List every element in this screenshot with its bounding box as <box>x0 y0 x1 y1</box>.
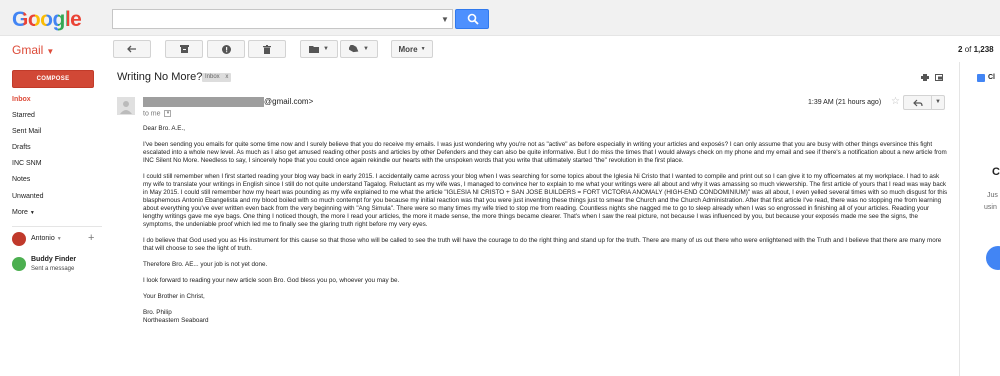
sidebar-item-unwanted[interactable]: Unwanted <box>12 193 44 200</box>
sidebar-item-inbox[interactable]: Inbox <box>12 96 31 103</box>
right-panel-heading: C <box>992 166 1000 178</box>
message-paragraph: Your Brother in Christ, <box>143 293 205 300</box>
pager-of: of <box>964 45 972 54</box>
add-contact-icon[interactable]: + <box>88 232 94 244</box>
top-bar: Google ▼ <box>0 0 1000 36</box>
sidebar-item-inc-snm[interactable]: INC SNM <box>12 160 42 167</box>
contact-card-icon <box>977 74 985 82</box>
reply-arrow-icon <box>913 99 923 107</box>
message-subject: Writing No More? <box>117 71 203 83</box>
sidebar-item-starred[interactable]: Starred <box>12 112 35 119</box>
message-paragraph: Therefore Bro. AE... your job is not yet… <box>143 261 268 268</box>
signature-name: Bro. Philip <box>143 309 172 316</box>
search-button[interactable] <box>455 9 489 29</box>
sidebar-item-notes[interactable]: Notes <box>12 176 30 183</box>
chevron-down-icon: ▼ <box>323 46 329 52</box>
sidebar-more-label: More <box>12 209 28 216</box>
message-paragraph: I could still remember when I first star… <box>143 173 948 228</box>
report-spam-button[interactable] <box>207 40 245 58</box>
signature-place: Northeastern Seaboard <box>143 317 209 324</box>
pager-total: 1,238 <box>973 45 994 54</box>
move-to-button[interactable]: ▼ <box>300 40 338 58</box>
folder-icon <box>309 46 320 53</box>
reply-button[interactable] <box>903 95 932 110</box>
chevron-down-icon: ▼ <box>420 46 426 52</box>
chevron-down-icon: ▼ <box>46 47 55 56</box>
sender-email[interactable]: @gmail.com> <box>264 97 313 106</box>
gmail-label: Gmail <box>12 43 44 57</box>
message-paragraph: Dear Bro. A.E., <box>143 125 185 132</box>
right-panel-text-2: usin <box>984 204 997 211</box>
buddy-name[interactable]: Buddy Finder <box>31 256 76 263</box>
delete-button[interactable] <box>248 40 286 58</box>
chevron-down-icon: ▼ <box>29 210 35 216</box>
search-options-caret-icon[interactable]: ▼ <box>441 15 449 24</box>
message-body: Dear Bro. A.E., I've been sending you em… <box>143 125 949 325</box>
person-icon <box>120 101 132 114</box>
chevron-down-icon: ▼ <box>363 46 369 52</box>
right-panel-divider <box>959 62 960 376</box>
sidebar-item-drafts[interactable]: Drafts <box>12 144 31 151</box>
gmail-menu[interactable]: Gmail ▼ <box>12 43 54 57</box>
message-paragraph: I look forward to reading your new artic… <box>143 277 400 284</box>
archive-button[interactable] <box>165 40 203 58</box>
compose-button[interactable]: COMPOSE <box>12 70 94 88</box>
show-details-icon[interactable]: ▾ <box>164 110 172 117</box>
inbox-label-text: Inbox <box>205 74 220 80</box>
sidebar-item-sent-mail[interactable]: Sent Mail <box>12 128 41 135</box>
right-panel-title: Cl <box>988 74 995 81</box>
chevron-down-icon: ▼ <box>56 236 62 242</box>
sidebar-divider <box>12 226 102 227</box>
search-icon <box>467 13 479 25</box>
back-button[interactable] <box>113 40 151 58</box>
message-paragraph: I do believe that God used you as His in… <box>143 237 942 252</box>
report-spam-icon <box>221 44 231 54</box>
pagination: 2 of 1,238 <box>958 45 994 54</box>
buddy-avatar[interactable] <box>12 257 26 271</box>
label-remove-icon[interactable]: x <box>225 74 228 80</box>
recipient-line: to me ▾ <box>143 110 172 118</box>
reply-options-chevron-icon[interactable]: ▼ <box>931 95 945 110</box>
right-panel-text: Jus <box>987 192 998 199</box>
trash-icon <box>263 44 271 54</box>
redacted-sender-name <box>143 97 264 107</box>
sidebar-item-more[interactable]: More ▼ <box>12 209 35 216</box>
google-logo[interactable]: Google <box>12 8 82 32</box>
buddy-status: Sent a message <box>31 266 75 272</box>
hangouts-user-name: Antonio <box>31 235 55 242</box>
hangouts-user[interactable]: Antonio ▼ <box>31 235 62 242</box>
message-paragraph: I've been sending you emails for quite s… <box>143 141 947 164</box>
sender-avatar[interactable] <box>117 97 135 115</box>
search-input[interactable] <box>112 9 453 29</box>
pager-range: 2 <box>958 45 963 54</box>
recipient-label: to me <box>143 110 161 118</box>
inbox-label-chip[interactable]: Inbox x <box>202 73 232 82</box>
more-label: More <box>398 44 418 54</box>
back-arrow-icon <box>127 45 136 53</box>
label-icon <box>349 45 359 53</box>
right-panel-action-button[interactable] <box>986 246 1000 270</box>
print-icon[interactable] <box>921 74 929 81</box>
archive-icon <box>179 45 189 53</box>
message-time: 1:39 AM (21 hours ago) <box>808 99 882 106</box>
open-new-window-icon[interactable] <box>935 74 943 81</box>
more-button[interactable]: More ▼ <box>391 40 433 58</box>
star-icon[interactable]: ☆ <box>891 96 900 107</box>
labels-button[interactable]: ▼ <box>340 40 378 58</box>
user-avatar[interactable] <box>12 232 26 246</box>
